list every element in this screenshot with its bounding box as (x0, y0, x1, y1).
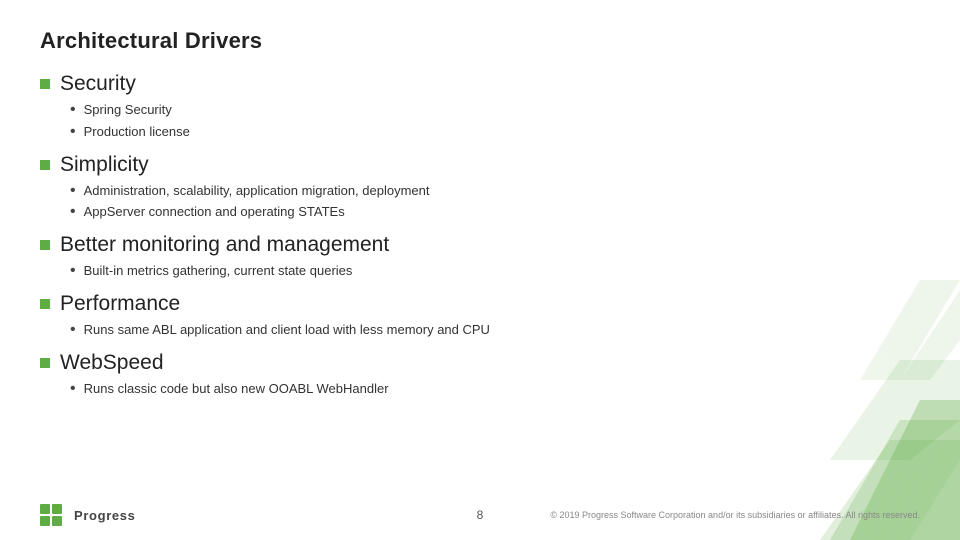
list-item-text: AppServer connection and operating STATE… (84, 202, 345, 222)
logo-sq-4 (52, 516, 62, 526)
progress-logo: Progress (40, 504, 136, 526)
section-header-webspeed: WebSpeed (40, 351, 920, 375)
sub-items-monitoring: • Built-in metrics gathering, current sta… (40, 261, 920, 282)
bullet-dot-icon: • (70, 261, 76, 282)
list-item: • Administration, scalability, applicatio… (70, 181, 920, 202)
content-area: Security • Spring Security • Production lice… (40, 72, 920, 400)
page-title: Architectural Drivers (40, 28, 920, 54)
list-item: • Runs same ABL application and client lo… (70, 320, 920, 341)
list-item: • Production license (70, 122, 920, 143)
section-webspeed: WebSpeed • Runs classic code but also new … (40, 351, 920, 400)
list-item-text: Administration, scalability, application… (84, 181, 430, 201)
list-item-text: Runs same ABL application and client loa… (84, 320, 490, 340)
bullet-dot-icon: • (70, 122, 76, 143)
logo-text: Progress (74, 508, 136, 523)
footer-copyright: © 2019 Progress Software Corporation and… (550, 510, 920, 520)
section-monitoring: Better monitoring and management • Built-i… (40, 233, 920, 282)
list-item-text: Spring Security (84, 100, 172, 120)
bullet-dot-icon: • (70, 379, 76, 400)
section-title-monitoring: Better monitoring and management (60, 233, 389, 257)
footer: Progress 8 © 2019 Progress Software Corp… (0, 504, 960, 526)
section-title-simplicity: Simplicity (60, 153, 149, 177)
section-security: Security • Spring Security • Production lice… (40, 72, 920, 143)
sub-items-security: • Spring Security • Production license (40, 100, 920, 143)
list-item: • Spring Security (70, 100, 920, 121)
list-item: • Built-in metrics gathering, current sta… (70, 261, 920, 282)
section-bullet-monitoring (40, 240, 50, 250)
section-title-security: Security (60, 72, 136, 96)
section-header-security: Security (40, 72, 920, 96)
bullet-dot-icon: • (70, 202, 76, 223)
bullet-dot-icon: • (70, 181, 76, 202)
section-title-performance: Performance (60, 292, 180, 316)
bullet-dot-icon: • (70, 320, 76, 341)
section-title-webspeed: WebSpeed (60, 351, 164, 375)
logo-sq-3 (40, 516, 50, 526)
section-bullet-webspeed (40, 358, 50, 368)
section-performance: Performance • Runs same ABL application an… (40, 292, 920, 341)
footer-page-number: 8 (477, 508, 484, 522)
section-header-simplicity: Simplicity (40, 153, 920, 177)
section-header-monitoring: Better monitoring and management (40, 233, 920, 257)
list-item: • Runs classic code but also new OOABL We… (70, 379, 920, 400)
section-bullet-performance (40, 299, 50, 309)
section-simplicity: Simplicity • Administration, scalability, … (40, 153, 920, 224)
list-item: • AppServer connection and operating STAT… (70, 202, 920, 223)
logo-squares (40, 504, 62, 526)
section-bullet-simplicity (40, 160, 50, 170)
slide: Architectural Drivers Security • Spring Se… (0, 0, 960, 540)
sub-items-webspeed: • Runs classic code but also new OOABL We… (40, 379, 920, 400)
decorative-chevrons (820, 260, 960, 540)
bullet-dot-icon: • (70, 100, 76, 121)
sub-items-simplicity: • Administration, scalability, applicatio… (40, 181, 920, 224)
list-item-text: Runs classic code but also new OOABL Web… (84, 379, 389, 399)
logo-sq-2 (52, 504, 62, 514)
section-bullet-security (40, 79, 50, 89)
list-item-text: Built-in metrics gathering, current stat… (84, 261, 353, 281)
sub-items-performance: • Runs same ABL application and client lo… (40, 320, 920, 341)
section-header-performance: Performance (40, 292, 920, 316)
logo-sq-1 (40, 504, 50, 514)
list-item-text: Production license (84, 122, 190, 142)
